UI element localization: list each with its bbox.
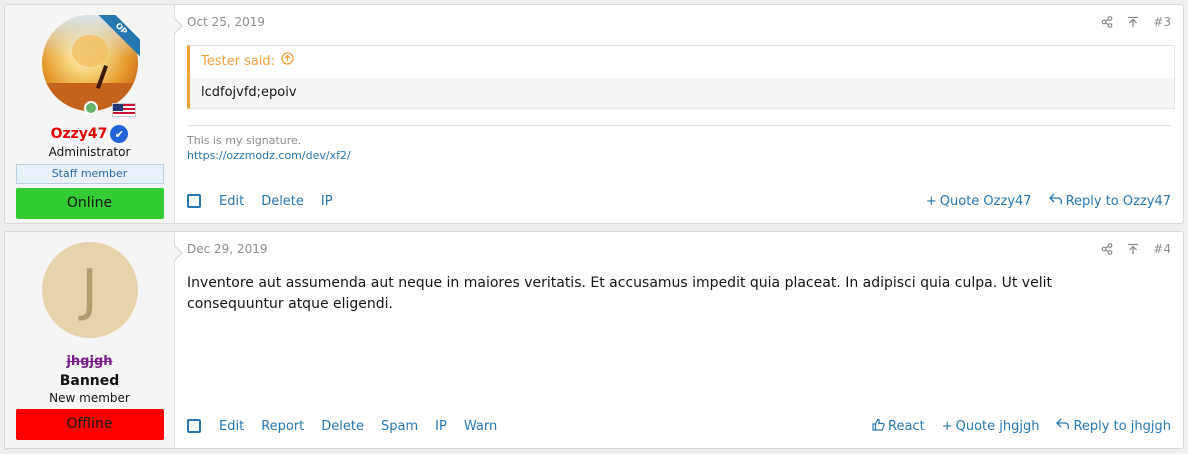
user-cell: OP Ozzy47 ✔ Administrator Staff member O… [5,5,183,223]
verified-icon: ✔ [110,125,129,143]
signature-link[interactable]: https://ozzmodz.com/dev/xf2/ [187,148,351,163]
share-icon[interactable] [1101,243,1113,255]
user-cell: J jhgjgh Banned New member Offline [5,232,183,448]
post-tools: #4 [1101,242,1171,256]
reply-button[interactable]: Reply to Ozzy47 [1048,193,1171,209]
post-3: OP Ozzy47 ✔ Administrator Staff member O… [4,4,1184,224]
thumbs-up-icon [872,418,885,435]
post-date[interactable]: Oct 25, 2019 [187,15,265,29]
quote-button[interactable]: + Quote Ozzy47 [926,194,1032,209]
post-tools: #3 [1101,15,1171,29]
online-indicator [83,101,98,115]
edit-link[interactable]: Edit [219,419,244,434]
status-badge: Offline [15,409,164,440]
post-body: Inventore aut assumenda aut neque in mai… [187,275,1052,312]
delete-link[interactable]: Delete [261,194,304,209]
op-ribbon: OP [93,15,140,61]
status-badge: Online [15,188,164,219]
reply-button[interactable]: Reply to jhgjgh [1056,418,1171,434]
spam-link[interactable]: Spam [381,419,418,434]
report-link[interactable]: Report [261,419,304,434]
us-flag-icon [111,103,136,117]
quote-text: lcdfojvfd;epoiv [190,78,1174,108]
quote-button[interactable]: + Quote jhgjgh [942,419,1040,434]
arrow-up-circle-icon[interactable] [281,46,294,78]
reply-icon [1048,193,1063,209]
post-4: J jhgjgh Banned New member Offline Dec 2… [4,231,1184,449]
post-actions: Edit Delete IP + Quote Ozzy47 Reply to Oz… [187,191,1171,211]
user-title: Administrator [48,145,131,159]
post-number[interactable]: #4 [1153,242,1171,256]
staff-badge: Staff member [15,164,164,184]
banned-label: Banned [59,373,120,389]
user-title: New member [49,391,130,405]
signature-divider [187,125,1171,126]
react-button[interactable]: React [872,418,925,435]
username[interactable]: Ozzy47 ✔ [51,125,129,143]
username[interactable]: jhgjgh [66,354,112,369]
go-to-top-icon[interactable] [1127,16,1139,28]
go-to-top-icon[interactable] [1127,243,1139,255]
quote-author[interactable]: Tester said: [201,46,275,78]
post-number[interactable]: #3 [1153,15,1171,29]
plus-icon: + [941,418,953,434]
edit-link[interactable]: Edit [219,194,244,209]
ip-link[interactable]: IP [321,194,333,209]
post-date[interactable]: Dec 29, 2019 [187,242,267,256]
post-main: Dec 29, 2019 #4 Inventore aut assumenda … [175,232,1183,448]
select-checkbox[interactable] [187,419,201,433]
quote-block: Tester said: lcdfojvfd;epoiv [187,45,1175,109]
share-icon[interactable] [1101,16,1113,28]
avatar[interactable]: J [41,242,138,338]
delete-link[interactable]: Delete [321,419,364,434]
post-main: Oct 25, 2019 #3 Tester said: lcdfojvfd;e… [175,5,1183,223]
signature-text: This is my signature. [187,134,302,147]
ip-link[interactable]: IP [435,419,447,434]
reply-icon [1056,418,1070,434]
post-actions: Edit Report Delete Spam IP Warn React + Q… [187,416,1171,436]
plus-icon: + [925,193,937,209]
warn-link[interactable]: Warn [464,419,497,434]
signature: This is my signature. https://ozzmodz.co… [187,133,351,163]
select-checkbox[interactable] [187,194,201,208]
